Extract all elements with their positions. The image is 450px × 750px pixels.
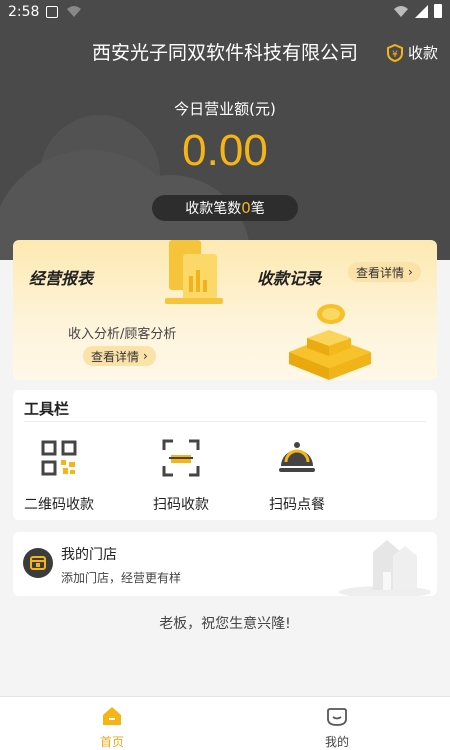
analysis-subtitle: 收入分析/顾客分析 [68,327,177,342]
today-revenue-label: 今日营业额(元) [174,100,276,118]
nav-mine-label: 我的 [324,735,349,749]
report-document-icon [165,240,223,304]
divider [24,421,426,422]
count-suffix: 笔 [250,201,265,217]
tool-label: 扫码收款 [153,497,209,513]
header: 2:58 西安光子同双软件科技有限公司 ¥ 收款 今日营业额(元) 0.00 [0,0,450,260]
tool-label: 扫码点餐 [269,497,325,513]
nav-home-label: 首页 [99,735,124,749]
greeting-text: 老板，祝您生意兴隆! [159,616,291,632]
wifi-icon [394,6,408,17]
wifi-icon [67,6,81,17]
today-revenue-amount: 0.00 [182,126,268,175]
shield-icon: ¥ [386,43,403,62]
food-cloche-icon [279,442,315,472]
collect-label: 收款 [407,44,438,62]
tool-scan-payment[interactable]: 扫码收款 [131,438,231,514]
count-value: 0 [241,199,251,217]
count-prefix: 收款笔数 [185,201,242,217]
collect-button[interactable]: ¥ 收款 [386,42,438,63]
records-detail-label: 查看详情 [356,265,405,280]
company-name: 西安光子同双软件科技有限公司 [91,42,358,64]
status-time: 2:58 [8,4,40,20]
business-report-title[interactable]: 经营报表 [29,265,93,289]
qr-code-icon [41,440,77,476]
store-icon [23,548,53,578]
svg-text:¥: ¥ [392,50,398,60]
building-illustration-icon [339,540,431,596]
battery-icon [434,4,442,18]
records-detail-button[interactable]: 查看详情 › [348,262,421,282]
report-detail-label: 查看详情 [91,349,140,364]
home-icon [103,707,121,725]
coin-stack-icon [289,304,371,380]
signal-icon [415,4,428,18]
nav-mine[interactable]: 我的 [297,705,377,750]
bottom-nav: 首页 我的 [0,696,450,750]
nav-home[interactable]: 首页 [72,705,152,750]
my-store-card[interactable]: 我的门店 添加门店，经营更有样 [13,532,437,596]
store-title: 我的门店 [61,547,117,563]
chevron-right-icon: › [143,349,148,363]
toolbar-title: 工具栏 [24,400,70,418]
chevron-right-icon: › [408,265,413,279]
scan-icon [162,439,200,477]
toolbar-card: 工具栏 二维码收款 扫码收款 扫码点餐 [13,390,437,520]
profile-icon [327,708,347,726]
tool-qr-payment[interactable]: 二维码收款 [9,438,109,514]
payment-records-title[interactable]: 收款记录 [257,265,321,289]
tool-label: 二维码收款 [24,497,94,513]
store-subtitle: 添加门店，经营更有样 [61,571,182,585]
report-detail-button[interactable]: 查看详情 › [83,346,156,366]
tool-scan-order[interactable]: 扫码点餐 [247,438,347,514]
status-bar: 2:58 [0,0,450,24]
notification-icon [46,6,58,18]
report-card: 经营报表 收款记录 查看详情 › 收入分析/顾客分析 查看详情 › [13,240,437,380]
payment-count-badge: 收款笔数 0 笔 [152,195,298,221]
